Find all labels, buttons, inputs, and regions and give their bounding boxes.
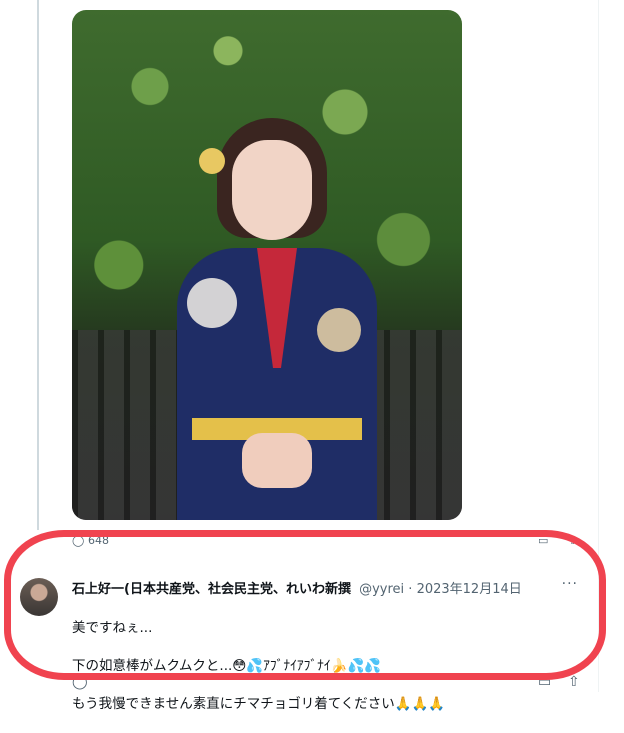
comment-icon[interactable]: ◯ <box>72 674 88 690</box>
reply-body: 美ですねぇ... 下の如意棒がムクムクと...😳💦ｱﾌﾞﾅｲｱﾌﾞﾅｲ🍌💦💦 も… <box>72 600 572 733</box>
timestamp[interactable]: 2023年12月14日 <box>417 582 522 597</box>
tweet-photo[interactable] <box>72 10 462 520</box>
share-icon[interactable]: ⇧ <box>568 534 577 547</box>
kimono-flower-print <box>187 278 237 328</box>
reply-count: 648 <box>88 534 109 547</box>
avatar[interactable] <box>20 578 58 616</box>
reply-line: 美ですねぇ... <box>72 620 153 636</box>
share-icon[interactable]: ⇧ <box>568 674 580 690</box>
reply-line: 下の如意棒がムクムクと...😳💦ｱﾌﾞﾅｲｱﾌﾞﾅｲ🍌💦💦 <box>72 658 382 674</box>
comment-icon[interactable]: ◯ <box>72 534 84 547</box>
kimono-flower-print <box>317 308 361 352</box>
reply-line: もう我慢できません素直にチマチョゴリ着てください🙏🙏🙏 <box>72 696 446 712</box>
bookmark-icon[interactable]: ▭ <box>538 674 551 690</box>
hands <box>242 433 312 488</box>
thread-line <box>37 0 39 530</box>
more-options-icon[interactable]: ··· <box>562 576 578 592</box>
separator: · <box>408 582 413 597</box>
display-name[interactable]: 石上好一(日本共産党、社会民主党、れいわ新撰 <box>72 578 351 597</box>
bookmark-icon[interactable]: ▭ <box>538 534 548 547</box>
reply-header: 石上好一(日本共産党、社会民主党、れいわ新撰 @yyrei · 2023年12月… <box>72 576 592 598</box>
hair-flower <box>199 148 225 174</box>
reply-meta: @yyrei · 2023年12月14日 <box>359 578 522 597</box>
face <box>232 140 312 240</box>
handle[interactable]: @yyrei <box>359 582 404 597</box>
tweet-action-bar: ◯ 648 ▭ ⇧ <box>72 534 582 552</box>
reply-tweet[interactable]: 石上好一(日本共産党、社会民主党、れいわ新撰 @yyrei · 2023年12月… <box>0 556 600 712</box>
photo-person <box>177 118 377 520</box>
